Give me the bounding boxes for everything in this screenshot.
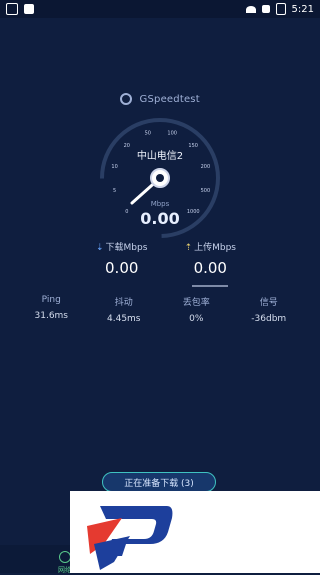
test-status-button[interactable]: 正在准备下载 (3) [102,472,216,492]
brand-name: GSpeedtest [139,94,200,105]
brand-logo: GSpeedtest [0,93,320,105]
stat-jitter-value: 4.45ms [107,314,141,324]
current-speed: 0.00 [140,209,180,228]
upload-arrow-icon: ⇡ [184,243,193,253]
status-time: 5:21 [291,3,314,15]
battery-icon [275,3,286,15]
upload-underline [192,285,229,287]
server-name: 中山电信2 [136,151,184,162]
download-label: ⇣ 下载Mbps [96,243,148,253]
gauge-tick-label: 100 [167,131,177,137]
stat-packet-loss: 丢包率 0% [160,295,233,324]
speed-unit: Mbps [150,200,170,208]
stat-jitter-name: 抖动 [114,298,133,308]
signal-icon [261,5,270,13]
notification-icon [6,3,18,15]
wifi-icon [245,5,256,13]
stat-signal-name: 信号 [259,298,278,308]
gauge-tick-label: 50 [145,131,151,137]
download-arrow-icon: ⇣ [96,243,104,253]
stat-ping-name: Ping [41,295,61,305]
stat-ping-value: 31.6ms [34,311,69,321]
stat-signal: 信号 -36dbm [233,295,306,324]
download-block: ⇣ 下载Mbps 0.00 [96,240,147,287]
stat-jitter: 抖动 4.45ms [88,295,161,324]
upload-value: 0.00 [193,259,227,277]
download-upload-panel: ⇣ 下载Mbps 0.00 ⇡ 上传Mbps 0.00 [96,240,236,287]
stat-packet-loss-name: 丢包率 [182,298,210,308]
stat-ping: Ping 31.6ms [15,295,88,324]
stat-packet-loss-value: 0% [189,314,204,324]
stats-row: Ping 31.6ms 抖动 4.45ms 丢包率 0% 信号 -36dbm [15,295,305,324]
upload-label: ⇡ 上传Mbps [184,243,236,253]
app-icon [24,4,34,14]
gauge-tick-label: 5 [113,188,116,194]
brand-icon [120,93,133,105]
stat-signal-value: -36dbm [251,314,287,324]
upload-block: ⇡ 上传Mbps 0.00 [185,240,236,287]
gauge-tick-label: 200 [201,164,211,170]
gauge-tick-label: 500 [201,188,211,194]
status-bar: 5:21 [0,0,320,18]
watermark-logo [70,491,320,573]
download-value: 0.00 [105,259,139,277]
gauge-tick-label: 10 [111,164,117,170]
brand-mark [87,506,173,570]
